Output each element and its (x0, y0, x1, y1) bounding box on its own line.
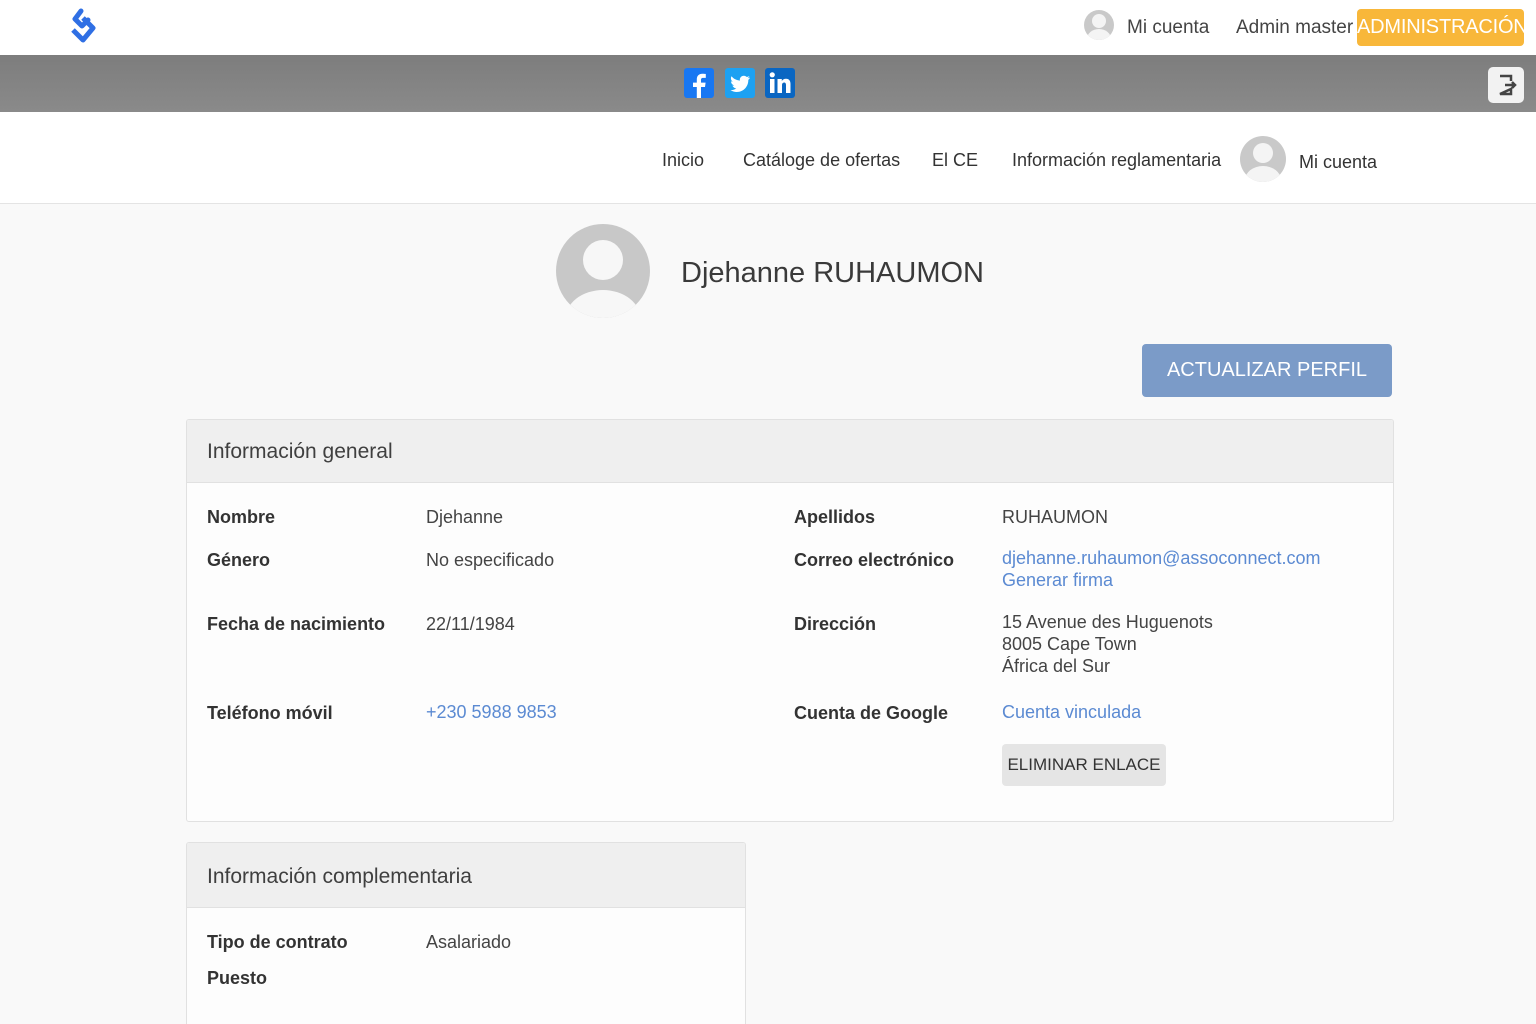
administration-button[interactable]: ADMINISTRACIÓN (1357, 9, 1528, 46)
birth-date-value: 22/11/1984 (426, 614, 515, 634)
top-admin-bar: Mi cuenta Admin master ADMINISTRACIÓN (0, 0, 1536, 55)
extra-info-panel: Información complementaria Tipo de contr… (186, 842, 746, 1024)
gender-label: Género (207, 550, 271, 570)
birth-date-label: Fecha de nacimiento (207, 614, 386, 634)
address-line-3: África del Sur (1002, 656, 1111, 676)
nav-avatar-icon[interactable] (1240, 136, 1286, 182)
remove-link-button[interactable]: ELIMINAR ENLACE (1002, 744, 1166, 786)
facebook-icon[interactable] (684, 68, 714, 98)
top-avatar-icon[interactable] (1084, 10, 1114, 40)
position-label: Puesto (207, 968, 268, 988)
social-bar (0, 55, 1536, 112)
mobile-phone-link[interactable]: +230 5988 9853 (426, 701, 557, 723)
contract-type-value: Asalariado (426, 932, 512, 952)
profile-name: Djehanne RUHAUMON (681, 257, 984, 289)
logout-button[interactable] (1488, 67, 1524, 103)
address-line-1: 15 Avenue des Huguenots (1002, 612, 1213, 632)
assoconnect-logo-icon[interactable] (66, 8, 100, 46)
admin-user-link[interactable]: Admin master (1236, 17, 1353, 39)
first-name-label: Nombre (207, 507, 276, 527)
linkedin-icon[interactable] (765, 68, 795, 98)
last-name-label: Apellidos (794, 507, 876, 527)
main-navigation: Inicio Catáloge de ofertas El CE Informa… (0, 112, 1536, 204)
twitter-icon[interactable] (725, 68, 755, 98)
gender-value: No especificado (426, 550, 555, 570)
extra-info-title: Información complementaria (187, 843, 745, 908)
email-link[interactable]: djehanne.ruhaumon@assoconnect.com (1002, 547, 1320, 569)
last-name-value: RUHAUMON (1002, 507, 1108, 527)
first-name-value: Djehanne (426, 507, 504, 527)
google-account-label: Cuenta de Google (794, 703, 949, 723)
profile-avatar-icon (556, 224, 650, 318)
general-info-panel: Información general Nombre Djehanne Apel… (186, 419, 1394, 822)
nav-item-regulatory-info[interactable]: Información reglamentaria (1012, 150, 1221, 171)
address-label: Dirección (794, 614, 877, 634)
contract-type-label: Tipo de contrato (207, 932, 348, 952)
nav-item-inicio[interactable]: Inicio (662, 150, 704, 171)
top-my-account-link[interactable]: Mi cuenta (1127, 17, 1209, 39)
google-linked-status[interactable]: Cuenta vinculada (1002, 701, 1141, 723)
mobile-label: Teléfono móvil (207, 703, 333, 723)
generate-signature-link[interactable]: Generar firma (1002, 569, 1113, 591)
address-line-2: 8005 Cape Town (1002, 634, 1137, 654)
update-profile-button[interactable]: ACTUALIZAR PERFIL (1142, 344, 1392, 397)
general-info-title: Información general (187, 420, 1393, 483)
email-label: Correo electrónico (794, 550, 955, 570)
nav-item-catalog[interactable]: Catáloge de ofertas (743, 150, 900, 171)
nav-item-el-ce[interactable]: El CE (932, 150, 978, 171)
logout-icon (1499, 74, 1517, 96)
nav-item-my-account[interactable]: Mi cuenta (1299, 152, 1377, 173)
